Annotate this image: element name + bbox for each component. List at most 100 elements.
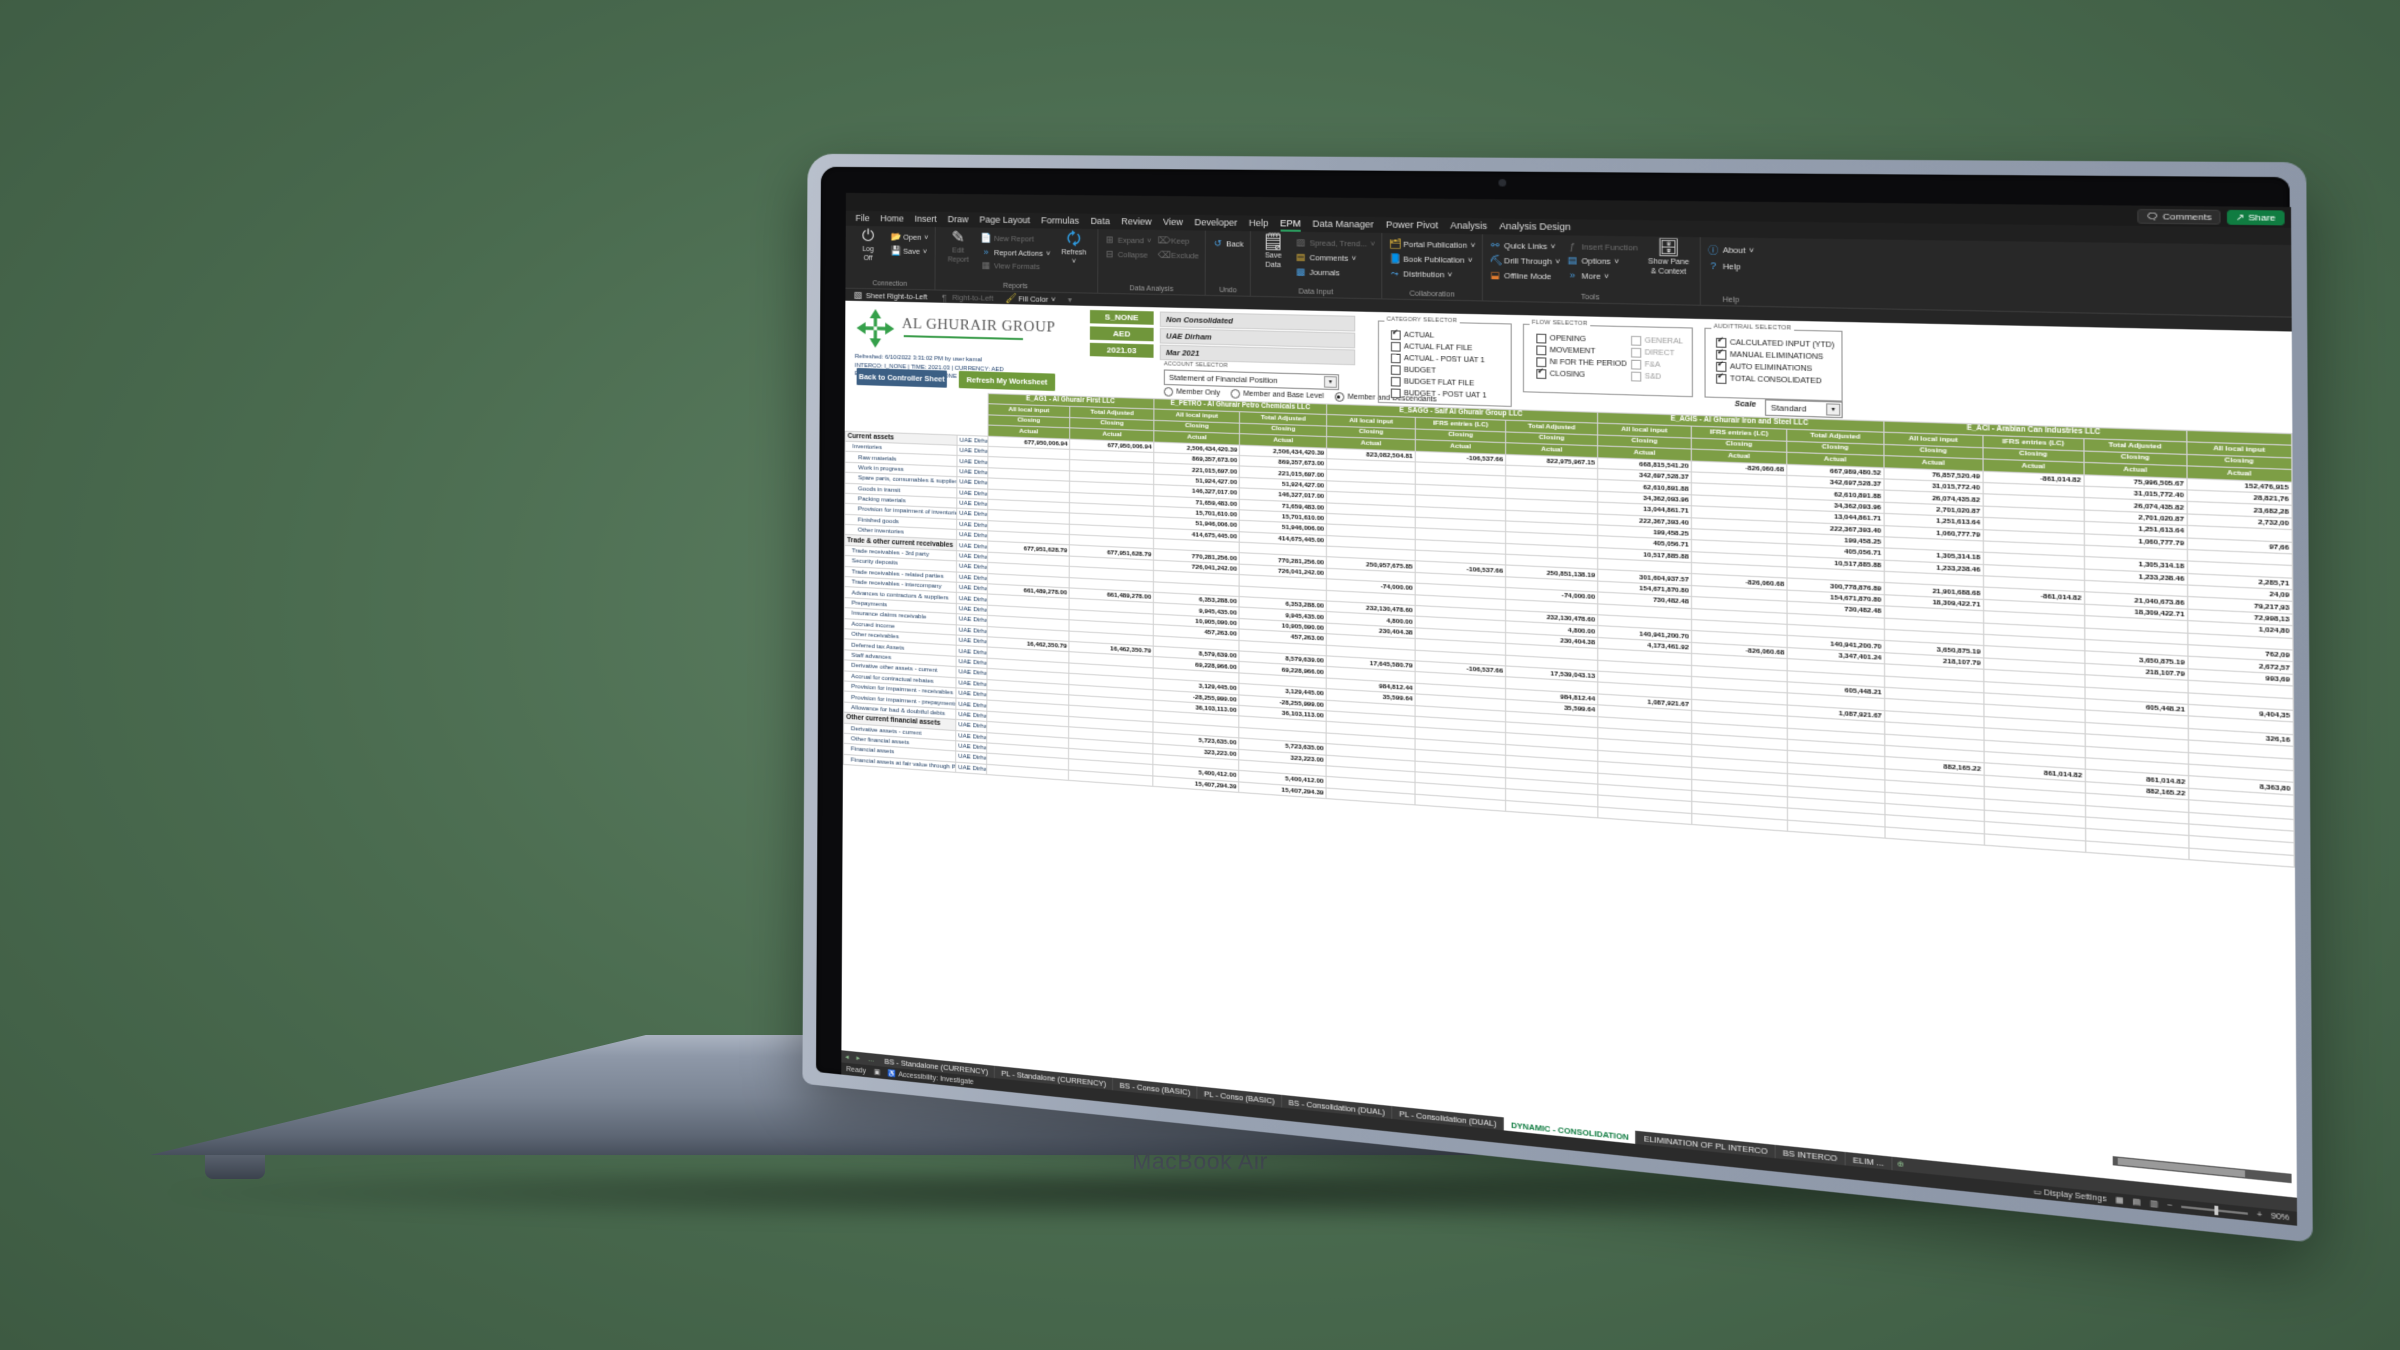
options-button[interactable]: ▤ Options ˅ xyxy=(1567,255,1638,268)
audittrail-selector-list[interactable]: CALCULATED INPUT (YTD)MANUAL ELIMINATION… xyxy=(1715,337,1835,388)
qab-overflow-icon[interactable]: ▾ xyxy=(1068,295,1072,304)
scroll-thumb[interactable] xyxy=(2117,1157,2246,1178)
label: OPENING xyxy=(1549,335,1587,344)
drill-icon: ⛏ xyxy=(1489,254,1503,266)
prev-sheet-icon[interactable]: ◂ xyxy=(841,1052,852,1061)
ribbon-tab-data-manager[interactable]: Data Manager xyxy=(1313,218,1374,230)
back-to-controller-button[interactable]: Back to Controller Sheet xyxy=(856,367,947,388)
chip-time[interactable]: 2021.03 xyxy=(1089,342,1154,358)
ribbon-tab-insert[interactable]: Insert xyxy=(915,214,937,225)
expand-button[interactable]: ⊞ Expand ˅ xyxy=(1104,234,1152,246)
keep-button[interactable]: ⌦ Keep xyxy=(1158,235,1199,247)
drill-through-button[interactable]: ⛏ Drill Through ˅ xyxy=(1490,255,1560,268)
journals-button[interactable]: ▩ Journals xyxy=(1295,266,1375,279)
comments-ribbon-label: Comments xyxy=(1309,252,1349,263)
ribbon-tab-power-pivot[interactable]: Power Pivot xyxy=(1386,219,1438,231)
report-actions-button[interactable]: » Report Actions ˅ xyxy=(981,247,1051,258)
zoom-slider[interactable] xyxy=(2181,1205,2248,1216)
flow-item-s-d[interactable]: S&D xyxy=(1631,371,1683,384)
chip-currency[interactable]: AED xyxy=(1089,326,1154,342)
log-off-label-1: Log xyxy=(862,246,874,254)
spread-trend-button[interactable]: ▨ Spread, Trend... ˅ xyxy=(1296,237,1376,250)
worksheet[interactable]: AL GHURAIR GROUP Refreshed: 6/10/2022 3:… xyxy=(841,300,2297,1198)
scale-dropdown[interactable]: Standard ▾ xyxy=(1764,399,1843,419)
refresh-button[interactable]: 🗘 Refresh ˅ xyxy=(1057,231,1092,267)
view-formats-button[interactable]: ▦ View Formats xyxy=(981,260,1051,272)
offline-mode-button[interactable]: ⬓ Offline Mode xyxy=(1490,270,1560,283)
edit-report-button[interactable]: ✎ Edit Report xyxy=(941,229,975,265)
help-button[interactable]: ? Help xyxy=(1708,260,1754,272)
ribbon-tab-analysis-design[interactable]: Analysis Design xyxy=(1499,221,1570,234)
comments-button[interactable]: 🗨 Comments xyxy=(2137,208,2221,225)
ribbon-tab-data[interactable]: Data xyxy=(1090,216,1109,228)
ribbon-tab-home[interactable]: Home xyxy=(880,213,904,224)
ribbon-tab-page-layout[interactable]: Page Layout xyxy=(979,214,1030,226)
excel-window: 🗨 Comments ↗ Share File Home Insert Draw Pag… xyxy=(841,192,2298,1226)
page-break-icon[interactable]: ▥ xyxy=(2150,1199,2158,1209)
new-report-button[interactable]: 📄 New Report xyxy=(981,233,1051,245)
data-grid-wrapper[interactable]: E_AG1 - Al Ghurair First LLC E_PETRO - Al… xyxy=(842,389,2297,1168)
ribbon-tab-draw[interactable]: Draw xyxy=(948,214,969,225)
log-off-button[interactable]: ⏻ Log Off xyxy=(851,228,884,264)
ribbon-tab-formulas[interactable]: Formulas xyxy=(1041,215,1079,227)
rtl-button[interactable]: ¶ Right-to-Left xyxy=(939,292,993,303)
refresh-dropdown-icon[interactable]: ˅ xyxy=(1072,258,1076,266)
options-label: Options xyxy=(1581,256,1611,267)
exclude-button[interactable]: ⌫ Exclude xyxy=(1158,250,1199,262)
save-button[interactable]: 💾 Save ˅ xyxy=(890,245,928,257)
comments-ribbon-button[interactable]: ▤ Comments ˅ xyxy=(1296,252,1376,265)
portal-publication-button[interactable]: 🗂 Portal Publication ˅ xyxy=(1389,238,1475,251)
ribbon-tab-help[interactable]: Help xyxy=(1249,218,1269,230)
flow-selector-list-left[interactable]: OPENING MOVEMENT NI FOR THE PERIODCLOSING xyxy=(1536,333,1627,383)
options-icon: ▤ xyxy=(1567,254,1578,266)
quick-links-button[interactable]: ⚯ Quick Links ˅ xyxy=(1490,240,1560,253)
journals-label: Journals xyxy=(1309,267,1340,278)
ribbon-tab-epm[interactable]: EPM xyxy=(1280,218,1301,230)
display-settings-icon: ▭ xyxy=(2033,1188,2044,1198)
zoom-knob[interactable] xyxy=(2214,1205,2219,1216)
laptop-screen: 🗨 Comments ↗ Share File Home Insert Draw Pag… xyxy=(841,192,2298,1226)
offline-icon: ⬓ xyxy=(1490,269,1500,281)
chevron-down-icon[interactable]: ▾ xyxy=(1323,376,1337,388)
all-sheets-icon[interactable]: … xyxy=(864,1055,879,1064)
flow-item-closing[interactable]: CLOSING xyxy=(1536,368,1627,382)
open-button[interactable]: 📂 Open ˅ xyxy=(890,231,928,243)
collapse-button[interactable]: ⊟ Collapse xyxy=(1104,249,1151,261)
company-name: AL GHURAIR GROUP xyxy=(901,315,1056,336)
table-body[interactable]: Current assets UAE Dirham 677,950,006.94 67… xyxy=(843,430,2295,868)
flow-selector-list-right[interactable]: GENERAL DIRECT F&A S&D xyxy=(1631,335,1683,384)
radio-member-only[interactable]: Member Only xyxy=(1163,386,1220,399)
ribbon-tab-review[interactable]: Review xyxy=(1121,216,1151,228)
label: BUDGET xyxy=(1403,366,1436,375)
zoom-out-icon[interactable]: − xyxy=(2167,1201,2172,1210)
radio-icon xyxy=(1334,392,1345,402)
ribbon-tab-analysis[interactable]: Analysis xyxy=(1450,220,1487,232)
share-button[interactable]: ↗ Share xyxy=(2226,209,2285,225)
portal-publication-label: Portal Publication xyxy=(1403,239,1468,251)
fill-color-label: Fill Color xyxy=(1018,294,1049,304)
lid-bezel: 🗨 Comments ↗ Share File Home Insert Draw Pag… xyxy=(816,166,2298,1226)
chip-scope[interactable]: S_NONE xyxy=(1089,309,1154,325)
book-publication-button[interactable]: 📘 Book Publication ˅ xyxy=(1389,253,1475,266)
ribbon-tab-developer[interactable]: Developer xyxy=(1194,217,1237,229)
financial-table[interactable]: E_AG1 - Al Ghurair First LLC E_PETRO - Al… xyxy=(843,389,2295,868)
ribbon-tab-file[interactable]: File xyxy=(855,213,869,224)
record-macro-icon[interactable]: ▣ xyxy=(874,1068,881,1077)
ribbon-tab-view[interactable]: View xyxy=(1163,217,1183,229)
add-sheet-icon[interactable]: ⊕ xyxy=(1892,1159,1909,1170)
show-pane-context-button[interactable]: 🗄 Show Pane & Context xyxy=(1644,239,1692,278)
zoom-in-icon[interactable]: + xyxy=(2257,1211,2262,1220)
save-data-button[interactable]: 🗒 Save Data xyxy=(1257,233,1289,270)
category-selector-list[interactable]: ACTUAL ACTUAL FLAT FILEACTUAL - POST UAT … xyxy=(1390,329,1487,402)
chevron-down-icon[interactable]: ▾ xyxy=(1826,403,1841,416)
page-layout-icon[interactable]: ▤ xyxy=(2132,1197,2140,1207)
about-button[interactable]: ⓘ About ˅ xyxy=(1708,243,1754,258)
insert-function-button[interactable]: ƒ Insert Function xyxy=(1567,241,1638,253)
next-sheet-icon[interactable]: ▸ xyxy=(853,1053,864,1062)
more-button[interactable]: » More ˅ xyxy=(1567,270,1638,282)
back-button[interactable]: ↺ Back xyxy=(1213,238,1244,250)
checkbox-icon xyxy=(1390,365,1401,375)
distribution-button[interactable]: ⤳ Distribution ˅ xyxy=(1389,268,1475,281)
normal-view-icon[interactable]: ▦ xyxy=(2115,1195,2123,1206)
refresh-worksheet-button[interactable]: Refresh My Worksheet xyxy=(958,370,1056,392)
